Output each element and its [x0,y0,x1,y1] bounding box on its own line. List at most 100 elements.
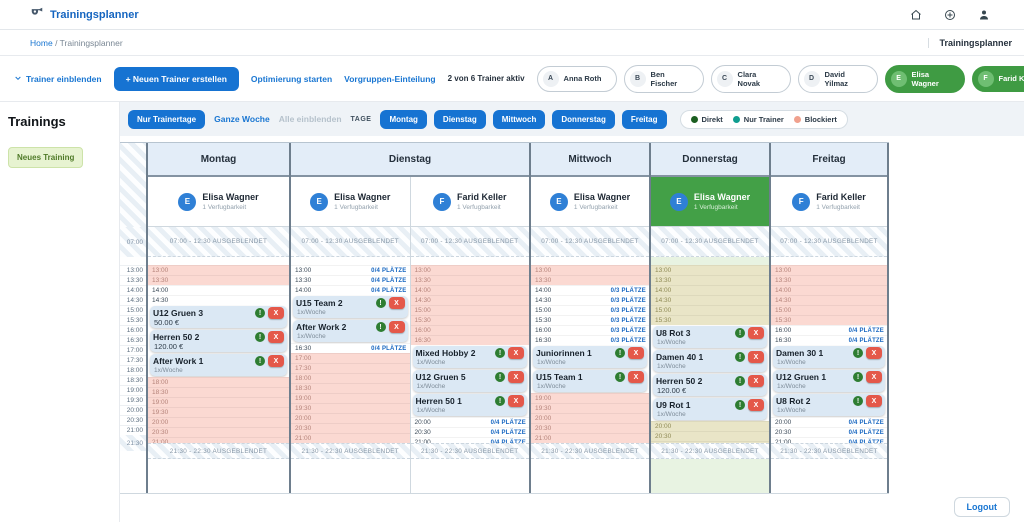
day-filter-button[interactable]: Dienstag [434,110,486,129]
gutter-time-label: 17:00 [120,345,146,355]
time-slot[interactable]: 20:000/4 PLÄTZE [411,417,530,427]
card-close-button[interactable]: X [628,371,644,383]
card-close-button[interactable]: X [866,347,882,359]
card-close-button[interactable]: X [268,355,284,367]
time-slot[interactable]: 20:000/4 PLÄTZE [771,417,887,427]
time-slot[interactable]: 20:300/4 PLÄTZE [771,427,887,437]
trainer-einblenden-toggle[interactable]: Trainer einblenden [14,74,102,84]
slot-time: 18:00 [295,374,311,384]
training-card-frequency: 1x/Woche [296,309,405,317]
training-card[interactable]: U12 Gruen 1!X1x/Woche [773,370,885,392]
training-card[interactable]: Herren 50 2!X120.00 € [150,330,287,352]
trainer-chip[interactable]: AAnna Roth [537,66,617,92]
nur-trainertage-button[interactable]: Nur Trainertage [128,110,205,129]
trainer-header[interactable]: EElisa Wagner1 Verfugbarkeit [148,177,289,227]
training-card[interactable]: Damen 30 1!X1x/Woche [773,346,885,368]
time-slot[interactable]: 20:300/4 PLÄTZE [411,427,530,437]
training-card[interactable]: After Work 1!X1x/Woche [150,354,287,376]
trainer-header[interactable]: EElisa Wagner1 Verfugbarkeit [651,177,769,227]
trainer-chip[interactable]: BBen Fischer [624,65,704,93]
slot-time: 20:00 [415,418,431,428]
training-card[interactable]: Damen 40 1!X1x/Woche [653,350,767,372]
user-icon[interactable] [978,9,990,21]
trainer-availability: 1 Verfugbarkeit [574,204,630,211]
time-slot[interactable]: 14:300/3 PLÄTZE [531,295,649,305]
time-slot[interactable]: 13:000/4 PLÄTZE [291,265,410,275]
time-slot[interactable]: 13:300/4 PLÄTZE [291,275,410,285]
time-slot: 19:00 [291,393,410,403]
vorgruppen-einteilung-link[interactable]: Vorgruppen-Einteilung [344,74,435,84]
time-slot[interactable]: 14:000/4 PLÄTZE [291,285,410,295]
breadcrumb-home-link[interactable]: Home [30,38,53,48]
new-training-button[interactable]: Neues Training [8,147,83,168]
card-close-button[interactable]: X [508,395,524,407]
card-close-button[interactable]: X [748,375,764,387]
time-slot[interactable]: 16:000/4 PLÄTZE [771,325,887,335]
trainer-header[interactable]: FFarid Keller1 Verfugbarkeit [771,177,887,227]
active-trainer-count: 2 von 6 Trainer aktiv [448,74,525,83]
card-close-button[interactable]: X [748,351,764,363]
day-filter-button[interactable]: Freitag [622,110,667,129]
time-slot[interactable]: 15:300/3 PLÄTZE [531,315,649,325]
day-filter-list: Montag Dienstag Mittwoch Donnerstag Freitag [380,110,666,129]
training-card[interactable]: U15 Team 2!X1x/Woche [293,296,408,318]
card-close-button[interactable]: X [748,399,764,411]
card-close-button[interactable]: X [628,347,644,359]
training-card[interactable]: U8 Rot 3!X1x/Woche [653,326,767,348]
training-card[interactable]: U12 Gruen 5!X1x/Woche [413,370,528,392]
slot-time: 17:30 [295,364,311,374]
gutter-time-label: 15:00 [120,305,146,315]
alert-icon: ! [255,332,265,342]
neuen-trainer-button[interactable]: + Neuen Trainer erstellen [114,67,239,91]
card-close-button[interactable]: X [748,327,764,339]
trainer-chip[interactable]: DDavid Yilmaz [798,65,878,93]
ganze-woche-link[interactable]: Ganze Woche [214,114,270,124]
logout-button[interactable]: Logout [954,497,1011,517]
time-slot[interactable]: 14:30 [148,295,289,305]
column-filler [291,459,410,493]
hidden-evening-band: 21:30 - 22:30 AUSGEBLENDET [651,443,769,459]
trainer-header[interactable]: EElisa Wagner1 Verfugbarkeit [531,177,649,227]
training-card[interactable]: Herren 50 2!X120.00 € [653,374,767,396]
card-close-button[interactable]: X [866,371,882,383]
training-card[interactable]: Mixed Hobby 2!X1x/Woche [413,346,528,368]
training-card[interactable]: U8 Rot 2!X1x/Woche [773,394,885,416]
training-card-header: U15 Team 1!X [536,371,644,383]
optimierung-starten-link[interactable]: Optimierung starten [251,74,332,84]
training-card-frequency: 1x/Woche [536,383,644,391]
time-slot[interactable]: 16:300/3 PLÄTZE [531,335,649,345]
training-card[interactable]: Herren 50 1!X1x/Woche [413,394,528,416]
plus-circle-icon[interactable] [944,9,956,21]
trainer-subcolumn: FFarid Keller1 Verfugbarkeit07:00 - 12:3… [410,177,530,493]
day-filter-button[interactable]: Montag [380,110,426,129]
time-slot[interactable]: 14:00 [148,285,289,295]
time-slot[interactable]: 16:300/4 PLÄTZE [291,343,410,353]
trainer-chip[interactable]: CClara Novak [711,65,791,93]
day-filter-button[interactable]: Donnerstag [552,110,614,129]
training-card[interactable]: U12 Gruen 3!X50.00 € [150,306,287,328]
card-close-button[interactable]: X [268,331,284,343]
trainer-availability: 1 Verfugbarkeit [694,204,750,211]
time-slot[interactable]: 15:000/3 PLÄTZE [531,305,649,315]
time-slot[interactable]: 16:000/3 PLÄTZE [531,325,649,335]
card-close-button[interactable]: X [389,297,405,309]
trainer-header[interactable]: FFarid Keller1 Verfugbarkeit [411,177,530,227]
card-close-button[interactable]: X [268,307,284,319]
alert-icon: ! [495,348,505,358]
trainer-chip[interactable]: EElisa Wagner [885,65,965,93]
training-card[interactable]: U15 Team 1!X1x/Woche [533,370,647,392]
card-close-button[interactable]: X [866,395,882,407]
card-close-button[interactable]: X [389,321,405,333]
time-slot[interactable]: 14:000/3 PLÄTZE [531,285,649,295]
training-card[interactable]: U9 Rot 1!X1x/Woche [653,398,767,420]
training-card[interactable]: After Work 2!X1x/Woche [293,320,408,342]
time-slot[interactable]: 16:300/4 PLÄTZE [771,335,887,345]
trainer-header[interactable]: EElisa Wagner1 Verfugbarkeit [291,177,410,227]
card-close-button[interactable]: X [508,371,524,383]
home-icon[interactable] [910,9,922,21]
training-card[interactable]: Juniorinnen 1!X1x/Woche [533,346,647,368]
card-close-button[interactable]: X [508,347,524,359]
trainer-chip[interactable]: FFarid Keller [972,66,1024,92]
alert-icon: ! [735,376,745,386]
day-filter-button[interactable]: Mittwoch [493,110,546,129]
